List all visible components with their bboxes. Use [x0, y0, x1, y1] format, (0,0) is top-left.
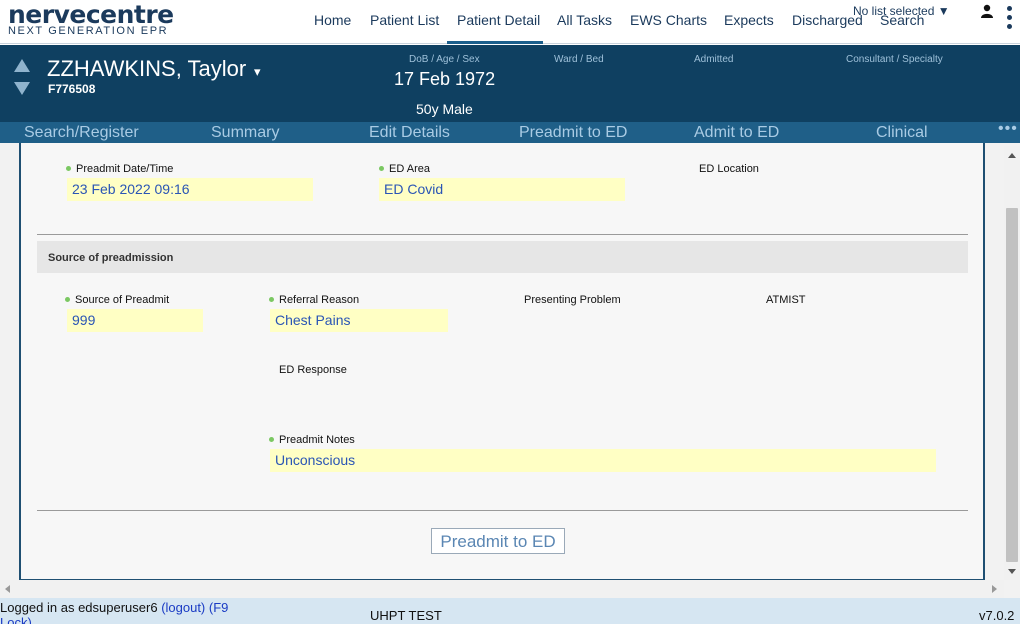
login-status: Logged in as edsuperuser6 (logout) (F9 L…	[0, 600, 250, 624]
preadmit-datetime-field[interactable]: 23 Feb 2022 09:16	[67, 178, 313, 201]
patient-dob: 17 Feb 1972	[394, 69, 496, 89]
preadmit-notes-label: Preadmit Notes	[269, 434, 355, 446]
app-version: v7.0.2	[979, 608, 1015, 623]
patient-list-selector[interactable]: No list selected ▼	[853, 4, 950, 18]
source-of-preadmit-label: Source of Preadmit	[65, 294, 169, 306]
environment-name: UHPT TEST	[370, 608, 442, 623]
section-divider	[37, 234, 968, 235]
dob-age-sex-header: DoB / Age / Sex	[409, 54, 480, 65]
patient-banner: ZZHAWKINS, Taylor ▾ F776508 DoB / Age / …	[0, 45, 1020, 122]
required-indicator-icon	[379, 166, 384, 171]
atmist-label: ATMIST	[766, 294, 806, 306]
preadmit-to-ed-button[interactable]: Preadmit to ED	[431, 528, 565, 554]
status-footer: Logged in as edsuperuser6 (logout) (F9 L…	[0, 598, 1020, 624]
nav-home[interactable]: Home	[314, 12, 351, 28]
ed-area-field[interactable]: ED Covid	[379, 178, 625, 201]
presenting-problem-label: Presenting Problem	[524, 294, 621, 306]
action-admit-to-ed[interactable]: Admit to ED	[694, 124, 779, 142]
main-content: Preadmit Date/Time 23 Feb 2022 09:16 ED …	[0, 143, 1020, 598]
preadmit-form-panel: Preadmit Date/Time 23 Feb 2022 09:16 ED …	[19, 143, 985, 581]
nav-patient-list[interactable]: Patient List	[370, 12, 439, 28]
action-summary[interactable]: Summary	[211, 124, 279, 142]
patient-action-bar: Search/Register Summary Edit Details Pre…	[0, 120, 1020, 143]
vertical-scrollbar[interactable]	[1004, 146, 1020, 580]
required-indicator-icon	[269, 437, 274, 442]
scroll-up-arrow-icon[interactable]	[1008, 153, 1016, 158]
action-edit-details[interactable]: Edit Details	[369, 124, 450, 142]
next-patient-icon[interactable]	[14, 82, 30, 95]
preadmit-notes-field[interactable]: Unconscious	[270, 449, 936, 472]
previous-patient-icon[interactable]	[14, 59, 30, 72]
action-preadmit-to-ed[interactable]: Preadmit to ED	[519, 124, 627, 142]
patient-menu-caret-icon[interactable]: ▾	[254, 64, 261, 80]
patient-id: F776508	[48, 82, 96, 96]
nav-patient-detail[interactable]: Patient Detail	[457, 12, 540, 28]
action-clinical[interactable]: Clinical	[876, 124, 928, 142]
logout-link[interactable]: (logout)	[161, 600, 205, 615]
nav-active-indicator	[447, 41, 543, 44]
top-navigation-bar: nervecentre NEXT GENERATION EPR Home Pat…	[0, 0, 1020, 44]
more-actions-icon[interactable]: •••	[998, 120, 1018, 138]
vertical-scroll-thumb[interactable]	[1006, 208, 1018, 562]
preadmit-datetime-label: Preadmit Date/Time	[66, 163, 173, 175]
referral-reason-label: Referral Reason	[269, 294, 359, 306]
more-menu-icon[interactable]	[1006, 6, 1014, 32]
required-indicator-icon	[65, 297, 70, 302]
patient-name: ZZHAWKINS, Taylor	[47, 56, 247, 81]
required-indicator-icon	[66, 166, 71, 171]
patient-age-sex: 50y Male	[416, 101, 473, 117]
ed-response-label: ED Response	[279, 364, 347, 376]
nav-expects[interactable]: Expects	[724, 12, 774, 28]
form-bottom-divider	[37, 510, 968, 511]
logged-in-user-text: Logged in as edsuperuser6	[0, 600, 158, 615]
app-window: nervecentre NEXT GENERATION EPR Home Pat…	[0, 0, 1020, 624]
brand-tagline: NEXT GENERATION EPR	[8, 25, 169, 37]
admitted-header: Admitted	[694, 54, 734, 65]
nav-all-tasks[interactable]: All Tasks	[557, 12, 612, 28]
required-indicator-icon	[269, 297, 274, 302]
scroll-left-arrow-icon[interactable]	[5, 585, 10, 593]
horizontal-scrollbar[interactable]	[0, 580, 1004, 598]
action-search-register[interactable]: Search/Register	[24, 124, 139, 142]
nav-ews-charts[interactable]: EWS Charts	[630, 12, 707, 28]
user-icon[interactable]	[980, 4, 994, 18]
source-of-preadmit-field[interactable]: 999	[67, 309, 203, 332]
ward-bed-header: Ward / Bed	[554, 54, 604, 65]
section-header-source-of-preadmission: Source of preadmission	[37, 241, 968, 273]
consultant-specialty-header: Consultant / Specialty	[846, 54, 943, 65]
ed-location-label: ED Location	[699, 163, 759, 175]
scroll-down-arrow-icon[interactable]	[1008, 569, 1016, 574]
ed-area-label: ED Area	[379, 163, 430, 175]
scroll-right-arrow-icon[interactable]	[992, 585, 997, 593]
referral-reason-field[interactable]: Chest Pains	[270, 309, 448, 332]
